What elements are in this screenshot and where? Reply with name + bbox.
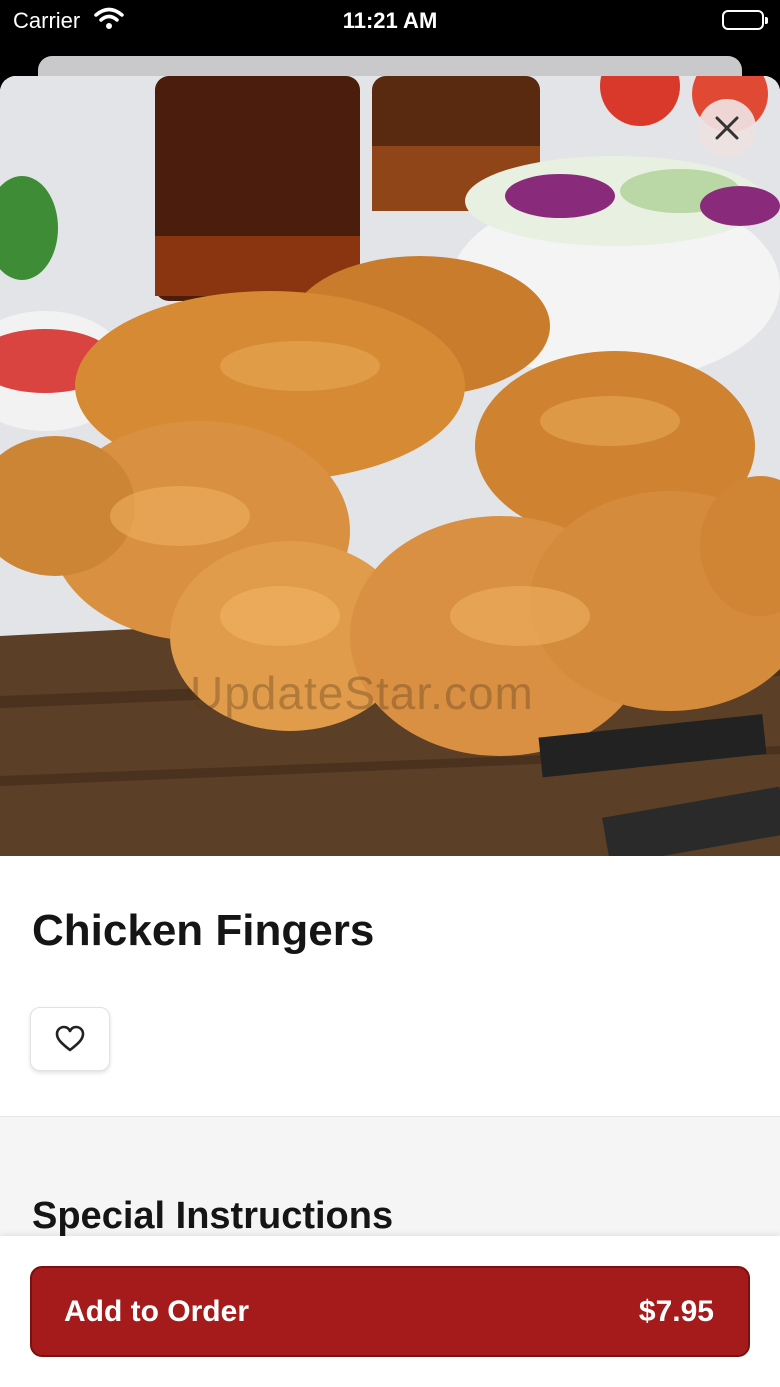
item-detail-sheet: UpdateStar.com Chicken Fingers Special I… [0, 76, 780, 1387]
add-to-order-button[interactable]: Add to Order $7.95 [30, 1266, 750, 1357]
close-button[interactable] [698, 99, 756, 157]
battery-icon [722, 10, 768, 30]
status-time: 11:21 AM [342, 8, 438, 33]
item-title: Chicken Fingers [32, 906, 375, 955]
food-photo: UpdateStar.com [0, 76, 780, 856]
close-icon [715, 116, 739, 140]
watermark-text: UpdateStar.com [190, 667, 534, 719]
favorite-button[interactable] [30, 1007, 110, 1071]
heart-outline-icon [55, 1025, 85, 1052]
bottom-action-bar: Add to Order $7.95 [0, 1236, 780, 1387]
add-to-order-label: Add to Order [64, 1295, 249, 1328]
status-bar: Carrier 11:21 AM [0, 0, 780, 44]
special-instructions-title: Special Instructions [32, 1195, 394, 1237]
order-price: $7.95 [638, 1295, 714, 1328]
